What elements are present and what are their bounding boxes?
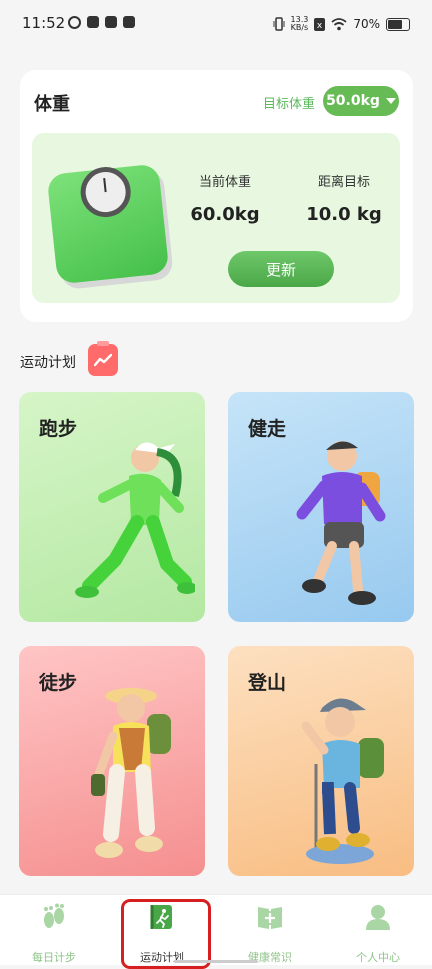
current-weight-value: 60.0kg xyxy=(190,204,260,225)
status-indicators: 13.3 KB/s x 70% xyxy=(273,16,410,32)
wifi-icon xyxy=(331,17,347,30)
climber-illustration xyxy=(301,698,384,864)
status-bar: 11:52 13.3 KB/s x 70% xyxy=(0,0,432,52)
tab-label: 个人中心 xyxy=(356,951,400,964)
activity-label: 登山 xyxy=(248,672,287,694)
target-weight-label: 目标体重 xyxy=(262,97,315,112)
network-speed: 13.3 KB/s xyxy=(290,15,309,32)
runner-illustration xyxy=(75,442,195,598)
activity-label: 徒步 xyxy=(39,672,78,694)
current-weight: 当前体重 60.0kg xyxy=(180,171,270,225)
weight-title: 体重 xyxy=(34,94,70,115)
notification-icons xyxy=(68,16,135,29)
app-notification-icon xyxy=(87,16,99,28)
status-time: 11:52 xyxy=(22,14,66,32)
weight-summary-panel: 当前体重 60.0kg 距离目标 10.0 kg 更新 xyxy=(32,133,400,303)
caret-down-icon xyxy=(385,98,396,104)
scale-icon xyxy=(46,163,170,285)
weight-card: 体重 目标体重 50.0kg 当前体重 60.0kg 距离目标 10.0 kg … xyxy=(20,70,413,322)
sync-icon xyxy=(68,16,81,29)
target-weight-dropdown[interactable]: 50.0kg xyxy=(323,86,399,116)
home-indicator xyxy=(174,960,258,963)
health-book-icon xyxy=(258,907,282,929)
activity-label: 跑步 xyxy=(39,418,78,440)
tab-health-knowledge[interactable]: 健康常识 xyxy=(222,903,318,965)
distance-to-goal: 距离目标 10.0 kg xyxy=(294,171,394,225)
svg-text:x: x xyxy=(317,21,323,31)
tab-personal-center[interactable]: 个人中心 xyxy=(330,903,426,965)
activity-label: 健走 xyxy=(248,418,287,440)
exercise-plan-title: 运动计划 xyxy=(20,355,76,371)
activity-card-walking[interactable]: 健走 xyxy=(228,392,414,622)
footprint-icon xyxy=(44,903,64,928)
message-icon xyxy=(123,16,135,28)
tab-daily-steps[interactable]: 每日计步 xyxy=(6,903,102,965)
play-icon xyxy=(105,16,117,28)
walker-illustration xyxy=(296,441,386,605)
vibrate-icon xyxy=(273,17,285,31)
battery-percent: 70% xyxy=(353,17,380,31)
distance-label: 距离目标 xyxy=(317,175,370,190)
hiker-illustration xyxy=(91,688,171,858)
bottom-tab-bar: 每日计步 运动计划 健康常识 个人中心 xyxy=(0,894,432,965)
person-icon xyxy=(366,905,390,930)
scale-dial xyxy=(78,164,134,220)
activity-card-running[interactable]: 跑步 xyxy=(19,392,205,622)
target-weight-value: 50.0kg xyxy=(326,93,380,109)
battery-icon xyxy=(386,17,410,31)
current-weight-label: 当前体重 xyxy=(198,175,251,190)
active-tab-highlight xyxy=(121,899,211,969)
distance-value: 10.0 kg xyxy=(306,204,382,225)
sim-icon: x xyxy=(314,17,326,31)
tab-label: 每日计步 xyxy=(32,951,76,964)
update-button[interactable]: 更新 xyxy=(228,251,334,287)
clipboard-chart-icon xyxy=(88,341,118,376)
activity-card-climbing[interactable]: 登山 xyxy=(228,646,414,876)
activity-card-hiking[interactable]: 徒步 xyxy=(19,646,205,876)
